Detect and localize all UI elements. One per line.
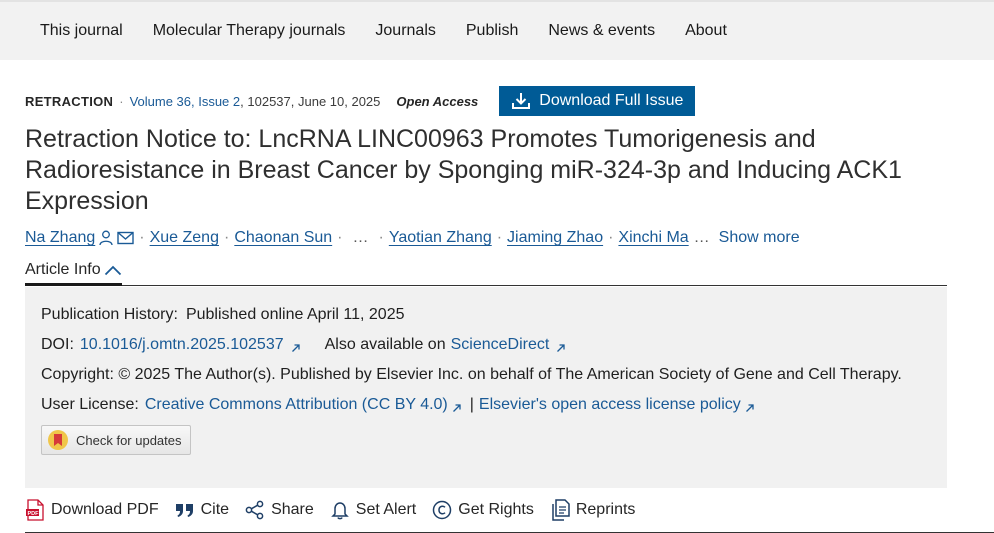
share-icon [245,500,264,520]
set-alert-button[interactable]: Set Alert [330,500,416,520]
reprints-icon [552,499,570,521]
copyright-row: Copyright: © 2025 The Author(s). Publish… [41,366,902,384]
open-access-policy-link[interactable]: Elsevier's open access license policy [479,396,741,414]
author-separator: · [608,229,614,246]
cite-label: Cite [200,501,230,518]
article-meta-line: RETRACTION · Volume 36, Issue 2 , 102537… [25,86,696,116]
license-label: User License: [41,396,139,413]
author-link[interactable]: Jiaming Zhao [507,229,603,247]
external-link-icon [745,404,754,412]
person-icon[interactable] [99,230,113,246]
share-button[interactable]: Share [245,500,314,520]
external-link-icon [452,404,461,412]
doi-row: DOI: 10.1016/j.omtn.2025.102537 Also ava… [41,336,568,354]
get-rights-button[interactable]: Get Rights [432,500,534,520]
author-list: Na Zhang · Xue Zeng · Chaonan Sun · … · … [25,227,800,249]
copyright-icon [433,500,452,520]
copyright-text: Copyright: © 2025 The Author(s). Publish… [41,366,902,383]
download-full-issue-label: Download Full Issue [539,92,684,109]
cite-button[interactable]: Cite [175,501,229,519]
open-access-label: Open Access [396,93,479,109]
top-navigation: This journal Molecular Therapy journals … [0,0,994,60]
publication-history-row: Publication History: Published online Ap… [41,306,404,324]
page-title: Retraction Notice to: LncRNA LINC00963 P… [25,125,902,215]
download-icon [512,93,531,109]
reprints-button[interactable]: Reprints [550,499,636,521]
nav-about[interactable]: About [670,21,742,41]
nav-news-events[interactable]: News & events [533,21,670,41]
external-link-icon [557,344,565,352]
nav-molecular-therapy-journals[interactable]: Molecular Therapy journals [138,21,361,41]
cc-by-license-link[interactable]: Creative Commons Attribution (CC BY 4.0) [145,396,448,414]
nav-this-journal[interactable]: This journal [25,21,138,41]
download-pdf-button[interactable]: PDF Download PDF [25,499,159,521]
author-ellipsis: … [693,229,710,246]
article-info-tabbar: Article Info [25,258,947,286]
crossmark-icon [48,430,68,450]
reprints-label: Reprints [575,501,636,518]
chevron-up-icon [104,265,121,276]
doi-link[interactable]: 10.1016/j.omtn.2025.102537 [80,336,284,354]
meta-separator: · [119,93,124,109]
author-link[interactable]: Chaonan Sun [234,229,332,247]
external-link-icon [291,344,300,352]
download-full-issue-button[interactable]: Download Full Issue [499,86,696,116]
check-for-updates-label: Check for updates [76,432,182,448]
article-number-date: 102537, June 10, 2025 [247,93,381,109]
quote-icon [175,504,193,517]
publication-history-value: Published online April 11, 2025 [185,306,405,323]
author-separator: · [378,229,384,246]
doi-label: DOI: [41,336,74,353]
check-for-updates-button[interactable]: Check for updates [41,425,191,455]
author-link[interactable]: Yaotian Zhang [389,229,492,247]
author-separator: · [139,229,145,246]
author-ellipsis: … [352,229,369,246]
nav-journals[interactable]: Journals [360,21,450,41]
article-info-panel: Publication History: Published online Ap… [25,287,947,488]
author-link[interactable]: Xinchi Ma [618,229,688,247]
article-actions-toolbar: PDF Download PDF Cite Share Set Alert Ge… [25,496,651,524]
license-row: User License: Creative Commons Attributi… [41,396,757,414]
sciencedirect-link[interactable]: ScienceDirect [451,336,550,354]
volume-issue-link[interactable]: Volume 36, Issue 2 [130,94,241,109]
svg-text:PDF: PDF [28,511,40,517]
pdf-icon: PDF [26,499,44,521]
author-link[interactable]: Xue Zeng [150,229,219,247]
author-separator: · [496,229,503,246]
envelope-icon[interactable] [117,231,134,245]
share-label: Share [271,501,314,518]
bell-icon [330,502,349,520]
license-separator: | [469,396,474,413]
article-type-label: RETRACTION [25,93,114,109]
set-alert-label: Set Alert [355,501,417,518]
get-rights-label: Get Rights [458,501,534,518]
tab-article-info[interactable]: Article Info [25,258,122,286]
tab-article-info-label: Article Info [25,261,101,278]
meta-comma: , [240,93,248,109]
author-link[interactable]: Na Zhang [25,229,95,247]
author-separator: · [337,229,343,246]
also-available-label: Also available on [324,336,446,353]
download-pdf-label: Download PDF [51,501,159,518]
author-separator: · [223,229,230,246]
show-more-authors-button[interactable]: Show more [719,229,800,247]
publication-history-label: Publication History: [41,306,178,323]
nav-publish[interactable]: Publish [451,21,533,41]
author-contact-icons [99,230,134,246]
